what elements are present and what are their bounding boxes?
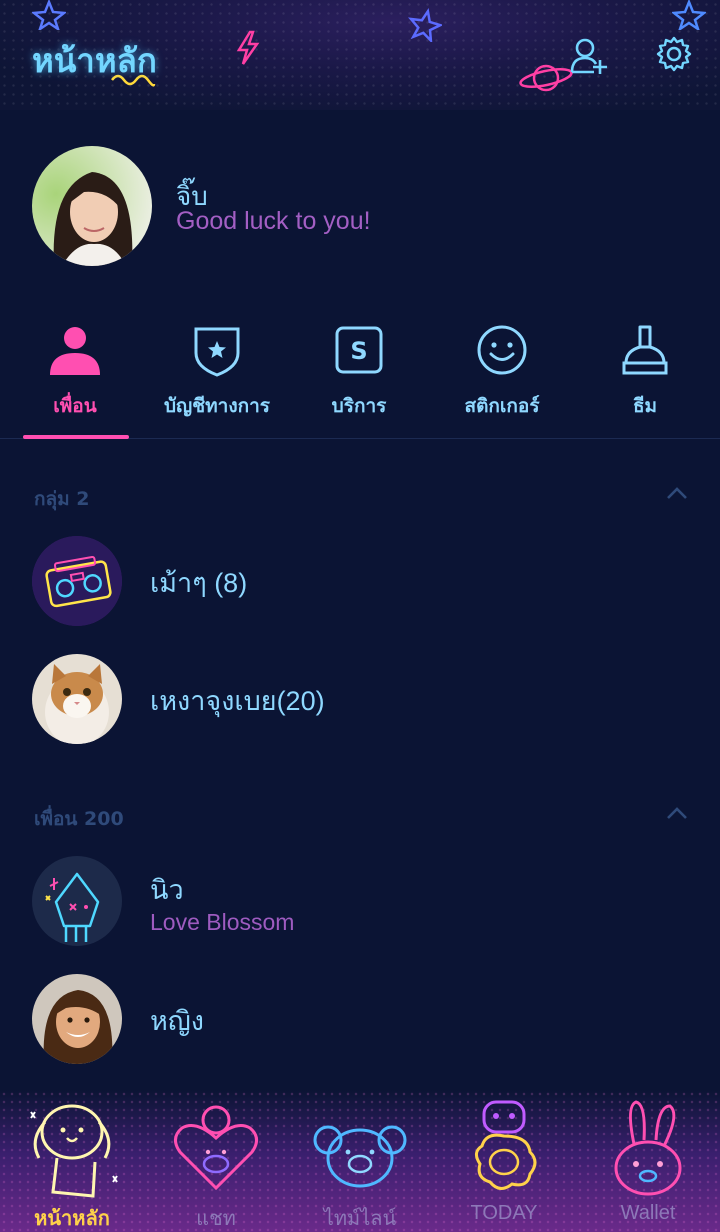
cat-photo [32,654,122,744]
friend-status-message: Love Blossom [150,909,295,935]
tab-label: บริการ [331,395,387,417]
tab-label: ธีม [632,395,658,417]
tab-label: สติกเกอร์ [464,395,540,417]
sheep-character-icon [475,1100,537,1190]
dog-character-icon [30,1104,118,1198]
bottom-navigation: หน้าหลัก แชท ไทม์ไลน์ TODAY Wallet [0,1090,720,1232]
star-decoration-icon [672,0,706,30]
friend-name: นิว [150,875,184,905]
friend-avatar [32,974,122,1064]
person-icon [50,327,100,375]
tab-label: บัญชีทางการ [164,395,270,417]
profile-photo [32,146,152,266]
nav-timeline[interactable]: ไทม์ไลน์ [288,1090,432,1232]
gear-icon [656,36,692,72]
lightning-decoration-icon [236,30,260,65]
nav-label: TODAY [470,1202,538,1224]
shield-star-icon [194,327,240,377]
nav-label: ไทม์ไลน์ [323,1208,397,1230]
friend-name: หญิง [150,1006,204,1036]
group-avatar [32,536,122,626]
heart-character-icon [174,1105,258,1191]
svg-text:S: S [350,337,367,365]
group-name: เม้าๆ (8) [150,568,248,598]
group-name: เหงาจุงเบย(20) [150,686,325,716]
add-friend-button[interactable] [569,36,609,76]
nav-home[interactable]: หน้าหลัก [0,1090,144,1232]
friends-section-header: เพื่อน 200 [34,808,124,830]
friend-photo [32,974,122,1064]
group-row[interactable]: เหงาจุงเบย(20) [0,644,720,754]
tab-services[interactable]: S บริการ [287,315,431,439]
category-tabs: เพื่อน บัญชีทางการ S บริการ สติกเกอร์ ธี… [0,315,720,439]
page-title: หน้าหลัก [32,41,157,80]
nav-today[interactable]: TODAY [432,1090,576,1232]
settings-button[interactable] [654,36,694,76]
nav-label: หน้าหลัก [34,1208,110,1230]
nav-chat[interactable]: แชท [144,1090,288,1232]
star-decoration-icon [32,0,66,30]
nav-label: Wallet [620,1202,676,1224]
chevron-up-icon[interactable] [666,486,688,500]
friend-row[interactable]: หญิง [0,964,720,1074]
active-tab-indicator [23,435,129,439]
nav-label: แชท [196,1208,236,1230]
friend-row[interactable]: นิว Love Blossom [0,846,720,956]
friend-avatar [32,856,122,946]
star-decoration-icon [408,8,442,42]
theme-brush-icon [622,325,668,375]
tab-themes[interactable]: ธีม [573,315,717,439]
group-row[interactable]: เม้าๆ (8) [0,526,720,636]
planet-decoration-icon [519,64,573,92]
tab-friends[interactable]: เพื่อน [3,315,147,439]
header-bar: หน้าหลัก [0,0,720,110]
koala-character-icon [313,1125,407,1188]
tab-label: เพื่อน [53,395,97,417]
groups-section-header: กลุ่ม 2 [34,488,90,510]
tab-stickers[interactable]: สติกเกอร์ [430,315,574,439]
boombox-icon [32,536,122,626]
van-character-icon [32,856,122,946]
group-avatar [32,654,122,744]
nav-wallet[interactable]: Wallet [576,1090,720,1232]
smiley-icon [477,325,527,375]
tab-official-accounts[interactable]: บัญชีทางการ [145,315,289,439]
chevron-up-icon[interactable] [666,806,688,820]
add-friend-icon [570,38,607,74]
profile-avatar[interactable] [32,146,152,266]
rabbit-character-icon [614,1100,682,1196]
profile-status-message: Good luck to you! [176,207,371,235]
service-s-icon: S [335,326,383,374]
